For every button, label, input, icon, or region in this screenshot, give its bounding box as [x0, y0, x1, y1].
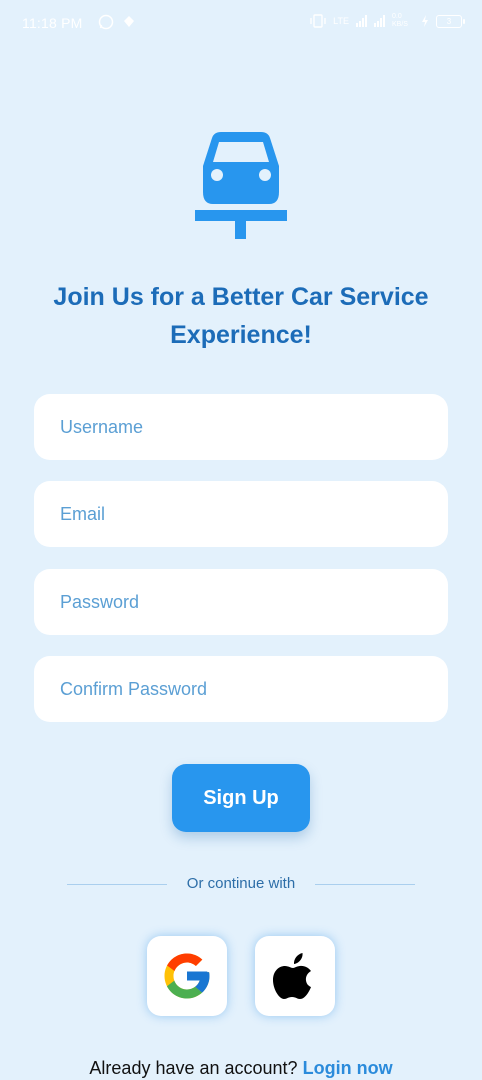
status-right-icons: LTE 0.0 KB/S 3 — [310, 13, 465, 29]
data-speed-icon: 0.0 KB/S — [392, 13, 408, 28]
google-signin-button[interactable] — [147, 936, 227, 1016]
login-now-link[interactable]: Login now — [303, 1058, 393, 1078]
network-label: LTE — [333, 16, 349, 26]
divider-text: Or continue with — [186, 875, 296, 892]
status-left-icons — [98, 14, 136, 30]
page-title: Join Us for a Better Car Service Experie… — [53, 283, 429, 349]
signal-icon — [374, 15, 385, 27]
car-lift-icon — [195, 132, 287, 239]
google-icon — [164, 953, 210, 999]
apple-signin-button[interactable] — [255, 936, 335, 1016]
signal-icon — [356, 15, 367, 27]
password-input[interactable] — [34, 569, 448, 635]
battery-level: 3 — [446, 16, 452, 26]
divider-line-left — [67, 884, 167, 885]
apple-icon — [273, 953, 311, 999]
battery-icon: 3 — [436, 14, 465, 28]
status-bar: 11:18 PM LTE 0.0 KB/S 3 — [0, 0, 482, 46]
notification-icon — [124, 16, 134, 27]
vibrate-icon — [310, 14, 326, 28]
charging-icon — [422, 15, 428, 27]
status-time: 11:18 PM — [22, 15, 83, 31]
username-input[interactable] — [34, 394, 448, 460]
whatsapp-icon — [98, 14, 114, 30]
login-prompt: Already have an account? Login now — [0, 1058, 482, 1079]
confirm-password-input[interactable] — [34, 656, 448, 722]
login-prompt-text: Already have an account? — [89, 1058, 298, 1078]
email-input[interactable] — [34, 481, 448, 547]
signup-button[interactable]: Sign Up — [172, 764, 310, 832]
divider-line-right — [315, 884, 415, 885]
